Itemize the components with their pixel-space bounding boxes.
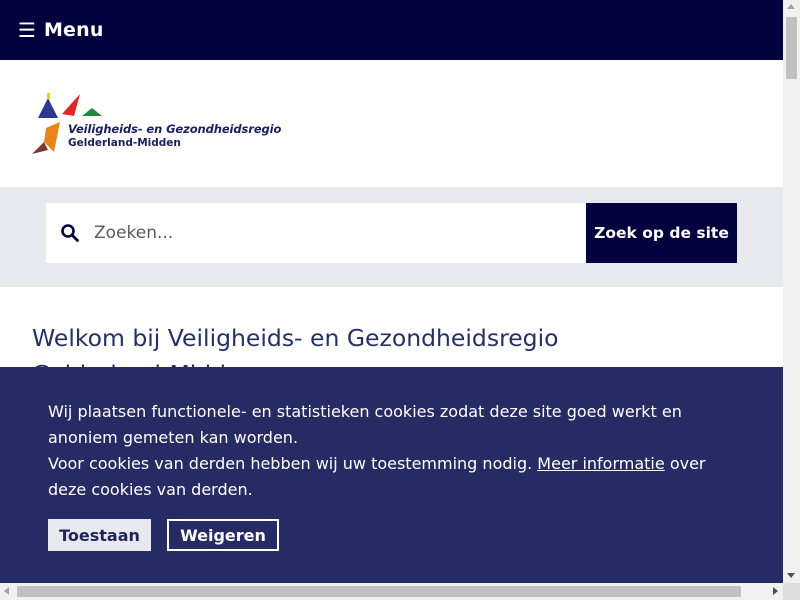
menu-icon: ☰ [18, 18, 36, 42]
page-viewport: ☰ Menu Veiligheids- en Gezondheidsregio … [0, 0, 783, 583]
search-icon [61, 224, 79, 242]
deny-cookies-button[interactable]: Weigeren [167, 519, 279, 551]
search-box [46, 203, 586, 263]
cookie-banner: Wij plaatsen functionele- en statistieke… [0, 367, 783, 583]
more-info-link[interactable]: Meer informatie [537, 454, 664, 473]
cookie-text-line2-prefix: Voor cookies van derden hebben wij uw to… [48, 454, 533, 473]
search-submit-button[interactable]: Zoek op de site [586, 203, 737, 263]
cookie-text: Wij plaatsen functionele- en statistieke… [48, 399, 728, 503]
logo-text-line1: Veiligheids- en Gezondheidsregio [68, 122, 282, 136]
horizontal-scrollbar[interactable] [0, 583, 783, 600]
menu-button[interactable]: ☰ Menu [18, 17, 104, 43]
top-bar: ☰ Menu [0, 0, 783, 60]
search-input[interactable] [94, 203, 574, 263]
site-logo[interactable]: Veiligheids- en Gezondheidsregio Gelderl… [30, 90, 281, 160]
scrollbar-corner [783, 583, 800, 600]
allow-cookies-button[interactable]: Toestaan [48, 519, 151, 551]
cookie-text-line1: Wij plaatsen functionele- en statistieke… [48, 402, 682, 447]
scroll-left-arrow-icon[interactable] [4, 587, 9, 595]
menu-label: Menu [43, 19, 104, 41]
scroll-up-arrow-icon[interactable] [787, 4, 795, 9]
scroll-down-arrow-icon[interactable] [787, 573, 795, 578]
scroll-right-arrow-icon[interactable] [773, 587, 778, 595]
vertical-scroll-thumb[interactable] [786, 17, 797, 79]
horizontal-scroll-thumb[interactable] [17, 586, 741, 597]
logo-text-line2: Gelderland-Midden [68, 137, 181, 149]
search-band: Zoek op de site [0, 187, 783, 287]
vertical-scrollbar[interactable] [783, 0, 800, 583]
